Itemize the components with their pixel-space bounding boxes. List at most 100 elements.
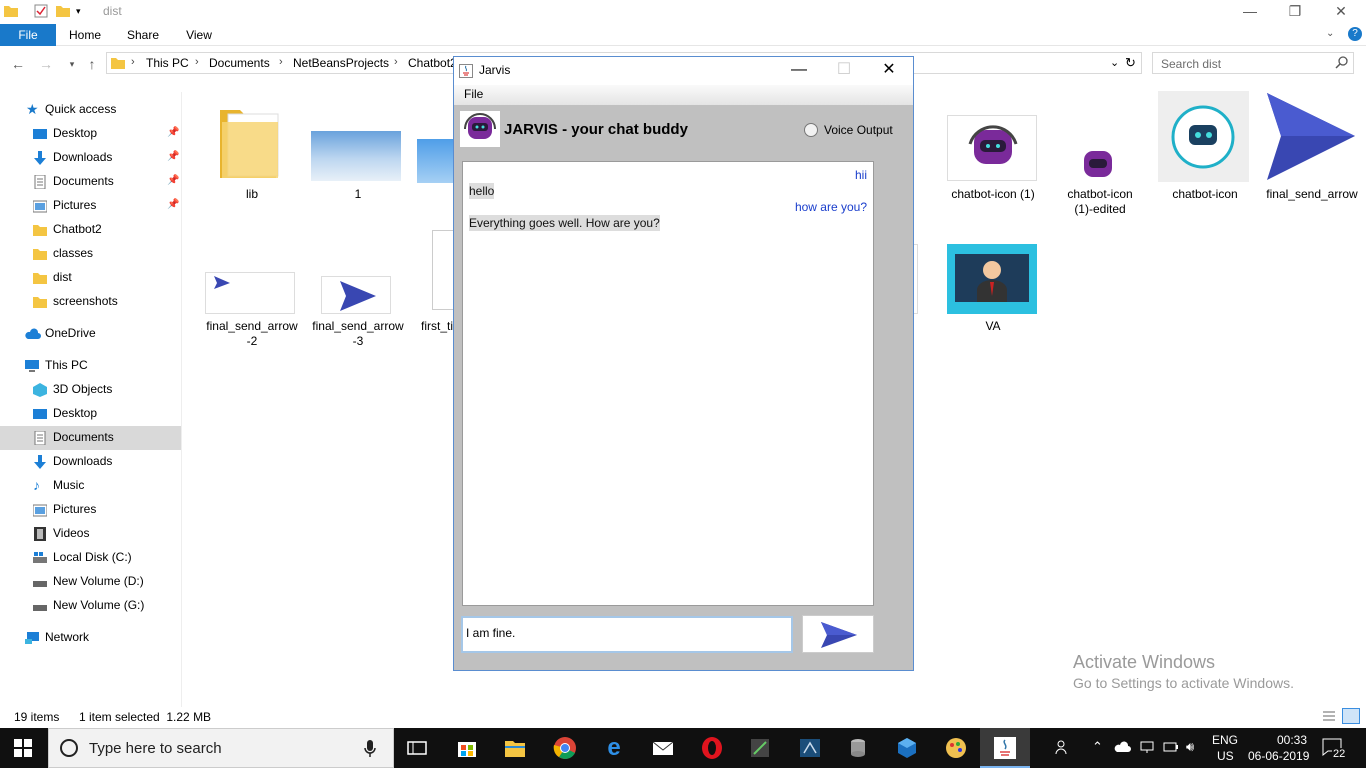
nav-network[interactable]: Network — [0, 626, 181, 650]
details-view-icon[interactable] — [1322, 709, 1336, 726]
large-icons-view-icon[interactable] — [1342, 708, 1360, 724]
file-chatbot-icon[interactable]: chatbot-icon — [1155, 88, 1255, 218]
properties-icon[interactable] — [34, 4, 48, 18]
nav-item-pictures[interactable]: Pictures — [0, 498, 181, 522]
nav-onedrive[interactable]: OneDrive — [0, 322, 181, 346]
mail-icon[interactable] — [651, 736, 675, 760]
up-arrow-icon[interactable]: ↑ — [84, 56, 100, 72]
battery-icon[interactable] — [1163, 740, 1179, 757]
tab-share[interactable]: Share — [120, 24, 166, 46]
search-icon[interactable] — [1335, 55, 1349, 72]
expand-ribbon-icon[interactable]: ⌄ — [1326, 28, 1334, 39]
tab-file[interactable]: File — [0, 24, 56, 46]
language-top[interactable]: ENG — [1212, 733, 1238, 747]
netbeans-icon[interactable] — [798, 736, 822, 760]
forward-arrow-icon[interactable]: → — [38, 56, 54, 72]
nav-item-videos[interactable]: Videos — [0, 522, 181, 546]
file-hidden-partial[interactable] — [410, 96, 455, 206]
file-explorer-icon[interactable] — [503, 736, 527, 760]
nav-item-classes[interactable]: classes — [0, 242, 181, 266]
file-chatbot-icon-1-edited[interactable]: chatbot-icon (1)-edited — [1050, 96, 1150, 226]
breadcrumb-documents[interactable]: Documents — [209, 56, 270, 70]
nav-item-3d-objects[interactable]: 3D Objects — [0, 378, 181, 402]
chevron-up-icon[interactable]: ⌃ — [1092, 739, 1103, 755]
nav-item-chatbot2[interactable]: Chatbot2 — [0, 218, 181, 242]
clock-date[interactable]: 06-06-2019 — [1248, 749, 1309, 763]
nav-item-local-disk-c[interactable]: Local Disk (C:) — [0, 546, 181, 570]
chevron-down-icon[interactable]: ⌄ — [1110, 56, 1119, 69]
task-view-icon[interactable] — [405, 736, 429, 760]
message-input[interactable] — [466, 626, 786, 640]
chrome-icon[interactable] — [553, 736, 577, 760]
clock-time[interactable]: 00:33 — [1262, 733, 1322, 747]
paint-icon[interactable] — [944, 736, 968, 760]
file-lib[interactable]: lib — [200, 96, 304, 206]
back-arrow-icon[interactable]: ← — [10, 56, 26, 72]
cloud-icon — [25, 327, 41, 341]
nav-item-new-volume-d[interactable]: New Volume (D:) — [0, 570, 181, 594]
network-icon[interactable] — [1140, 740, 1156, 757]
jarvis-title: Jarvis — [479, 63, 511, 77]
breadcrumb-this-pc[interactable]: This PC — [146, 56, 189, 70]
windows-start-icon[interactable] — [14, 739, 32, 760]
refresh-icon[interactable]: ↻ — [1125, 55, 1136, 71]
help-icon[interactable]: ? — [1348, 27, 1362, 41]
taskbar-search-box[interactable]: Type here to search — [48, 728, 394, 768]
opera-icon[interactable] — [700, 736, 724, 760]
nav-item-pictures[interactable]: Pictures 📌 — [0, 194, 181, 218]
jarvis-maximize-button[interactable]: ☐ — [829, 60, 859, 80]
taskbar-search-placeholder: Type here to search — [89, 740, 222, 757]
file-final-send-arrow-3[interactable]: final_send_arrow -3 — [306, 230, 410, 350]
file-name: final_send_arrow — [312, 319, 404, 333]
breadcrumb-chatbot2[interactable]: Chatbot2 — [408, 56, 457, 70]
file-va[interactable]: VA — [940, 230, 1046, 340]
chatbot-robot-icon — [1077, 148, 1119, 182]
java-app-taskbar-button[interactable] — [980, 728, 1030, 768]
microphone-icon[interactable] — [363, 739, 377, 762]
database-icon[interactable] — [846, 736, 870, 760]
nav-item-desktop[interactable]: Desktop 📌 — [0, 122, 181, 146]
search-box[interactable]: Search dist — [1152, 52, 1354, 74]
maximize-button[interactable]: ❐ — [1272, 0, 1318, 24]
menu-file[interactable]: File — [464, 87, 483, 101]
send-button[interactable] — [802, 615, 874, 653]
nav-label: Videos — [53, 526, 90, 540]
file-final-send-arrow-2[interactable]: final_send_arrow -2 — [200, 230, 304, 350]
nav-item-downloads[interactable]: Downloads — [0, 450, 181, 474]
new-folder-icon[interactable] — [56, 4, 70, 18]
nav-item-documents[interactable]: Documents 📌 — [0, 170, 181, 194]
nav-quick-access[interactable]: ★ Quick access — [0, 98, 181, 122]
nav-item-new-volume-g[interactable]: New Volume (G:) — [0, 594, 181, 618]
jarvis-close-button[interactable]: ✕ — [874, 60, 904, 80]
close-button[interactable]: ✕ — [1318, 0, 1364, 24]
app-icon[interactable] — [748, 736, 772, 760]
nav-item-desktop[interactable]: Desktop — [0, 402, 181, 426]
file-final-send-arrow[interactable]: final_send_arrow — [1260, 88, 1364, 218]
file-1[interactable]: 1 — [306, 96, 410, 206]
message-input-field[interactable] — [461, 616, 793, 653]
store-icon[interactable] — [455, 736, 479, 760]
minimize-button[interactable]: — — [1227, 0, 1273, 24]
breadcrumb-netbeansprojects[interactable]: NetBeansProjects — [293, 56, 389, 70]
volume-icon[interactable]: 🔊︎ — [1186, 739, 1194, 755]
nav-item-documents[interactable]: Documents — [0, 426, 181, 450]
nav-item-downloads[interactable]: Downloads 📌 — [0, 146, 181, 170]
radio-button[interactable] — [804, 123, 818, 137]
nav-item-screenshots[interactable]: screenshots — [0, 290, 181, 314]
people-icon[interactable] — [1055, 739, 1071, 758]
nav-item-music[interactable]: ♪ Music — [0, 474, 181, 498]
virtualbox-icon[interactable] — [895, 736, 919, 760]
file-first-ti[interactable]: first_ti — [410, 230, 455, 350]
recent-locations-icon[interactable]: ▾ — [64, 56, 80, 72]
tab-view[interactable]: View — [176, 24, 222, 46]
nav-this-pc[interactable]: This PC — [0, 354, 181, 378]
onedrive-icon[interactable] — [1114, 740, 1132, 757]
customize-quick-access-icon[interactable]: ▾ — [76, 6, 90, 20]
edge-icon[interactable]: e — [602, 736, 626, 760]
language-bottom[interactable]: US — [1217, 749, 1234, 763]
chat-header-title: JARVIS - your chat buddy — [504, 121, 688, 138]
jarvis-minimize-button[interactable]: — — [784, 60, 814, 80]
tab-home[interactable]: Home — [62, 24, 108, 46]
nav-item-dist[interactable]: dist — [0, 266, 181, 290]
file-chatbot-icon-1[interactable]: chatbot-icon (1) — [940, 96, 1046, 226]
